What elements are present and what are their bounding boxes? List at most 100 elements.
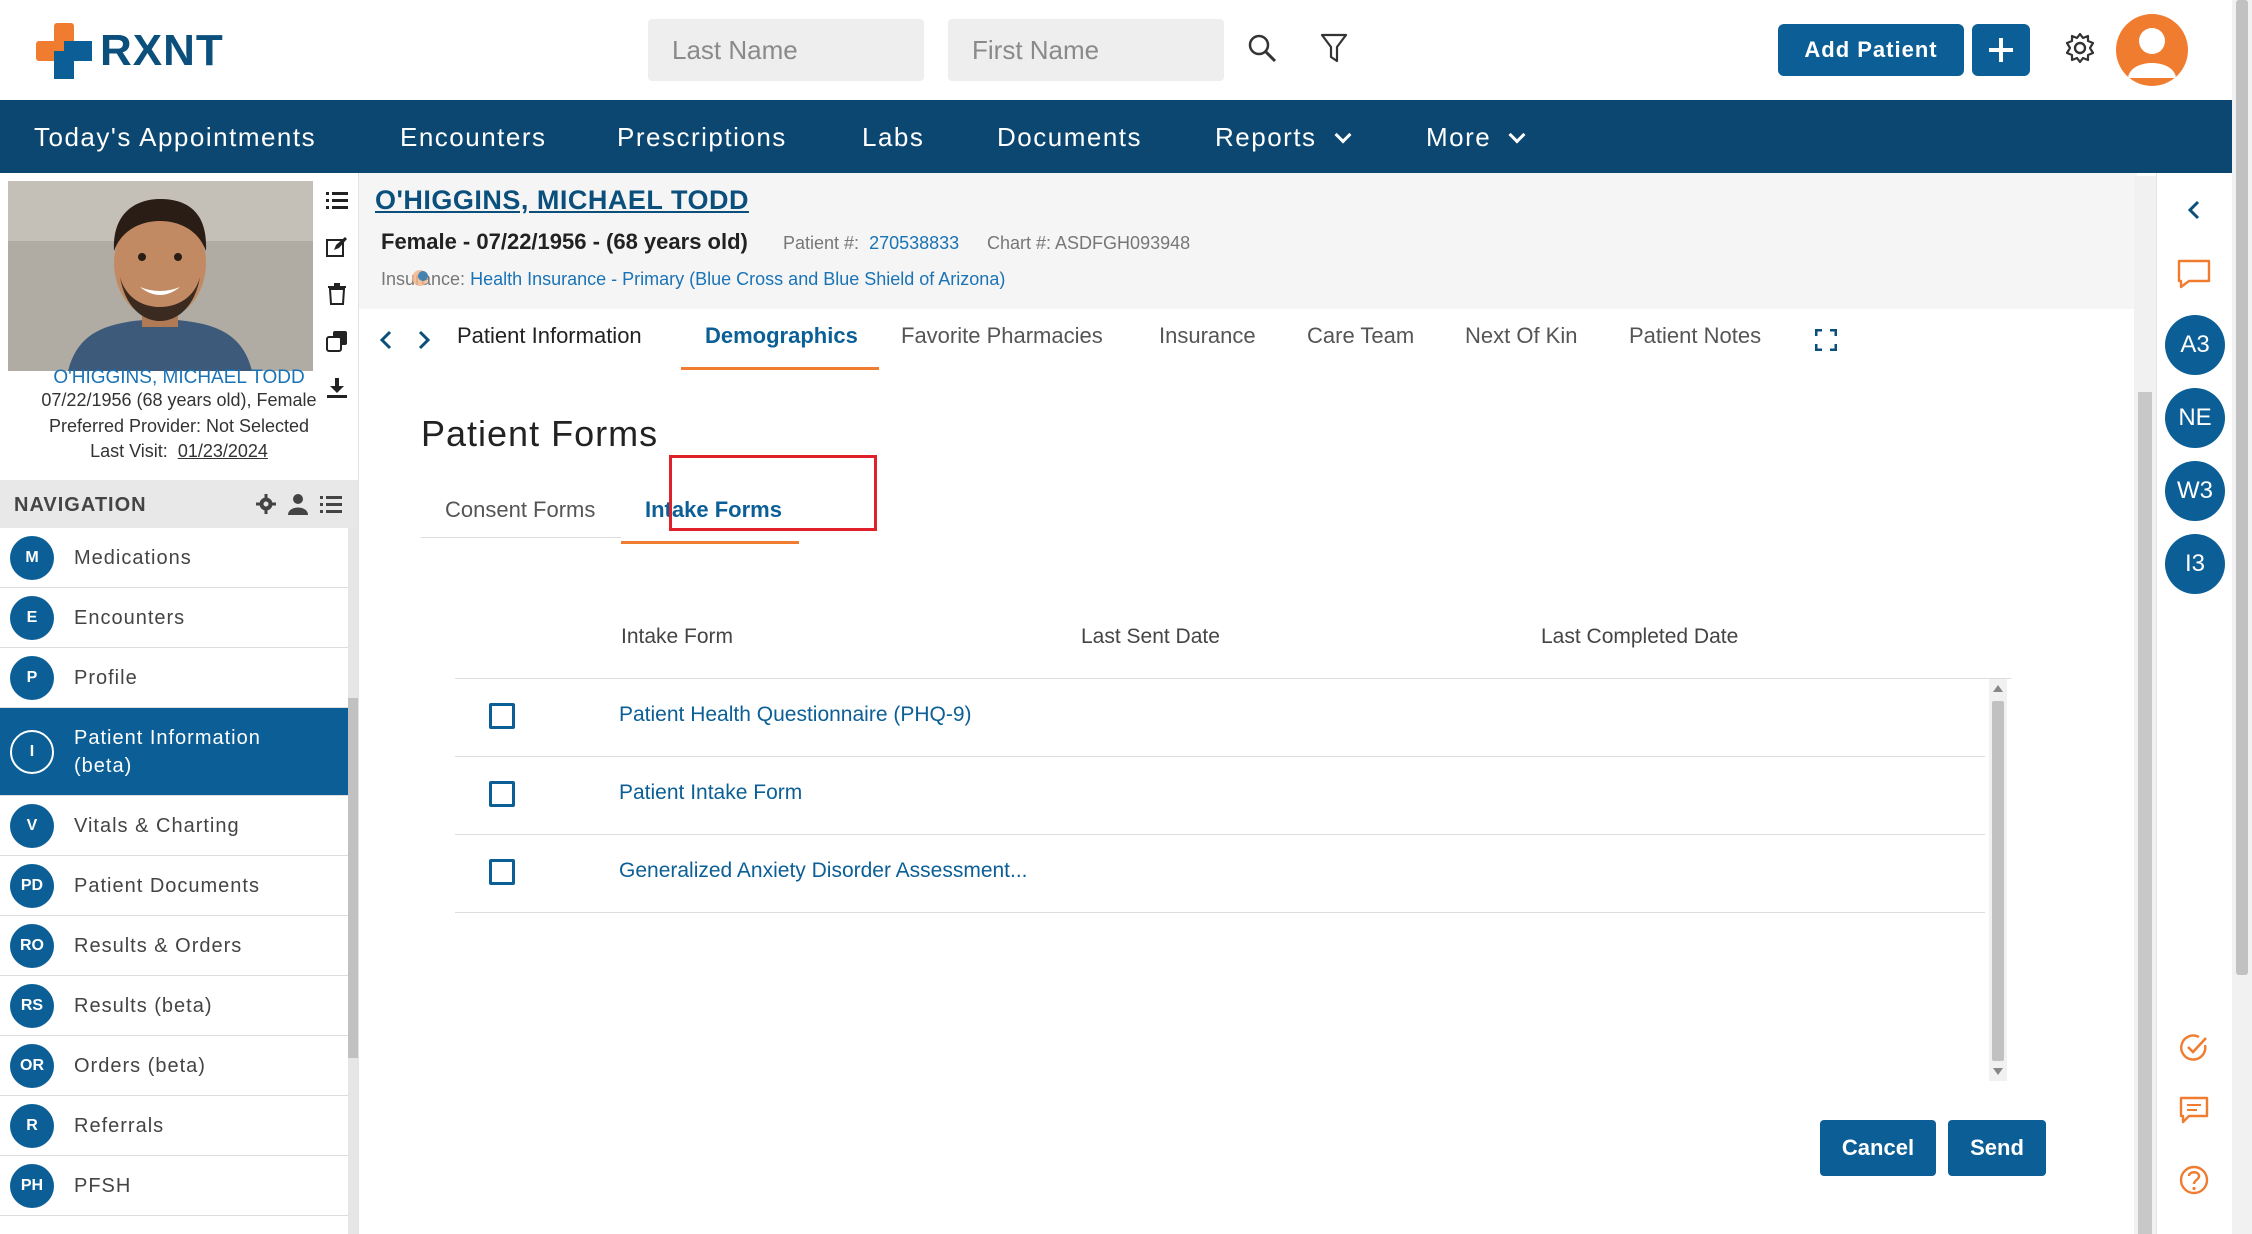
rail-badge-w3[interactable]: W3: [2165, 461, 2225, 521]
nav-labs[interactable]: Labs: [862, 122, 924, 153]
nav-results-beta[interactable]: RS Results (beta): [0, 976, 348, 1036]
user-avatar[interactable]: [2116, 14, 2188, 86]
patient-subtitle: Female - 07/22/1956 - (68 years old): [381, 229, 748, 254]
edit-icon[interactable]: [322, 232, 352, 262]
form-name[interactable]: Patient Intake Form: [619, 781, 802, 805]
message-icon[interactable]: [2177, 1093, 2211, 1127]
chevron-down-icon: [1508, 126, 1526, 143]
cancel-button[interactable]: Cancel: [1820, 1120, 1936, 1176]
nav-results-orders[interactable]: RO Results & Orders: [0, 916, 348, 976]
filter-icon[interactable]: [1314, 28, 1354, 68]
right-rail: A3 NE W3 I3: [2156, 173, 2232, 1234]
nav-label: Prescriptions: [617, 122, 787, 152]
gear-icon[interactable]: [2060, 28, 2100, 68]
nav-badge: RO: [10, 923, 54, 968]
patient-tabs: Patient Information Demographics Favorit…: [359, 309, 2137, 373]
chevron-left-icon[interactable]: [373, 325, 399, 355]
scrollbar-thumb[interactable]: [2236, 0, 2248, 975]
scrollbar-thumb[interactable]: [1992, 701, 2004, 1061]
top-header: RXNT Add Patient: [0, 0, 2252, 100]
tab-insurance[interactable]: Insurance: [1159, 323, 1256, 349]
row-checkbox[interactable]: [489, 703, 515, 729]
tab-consent-forms[interactable]: Consent Forms: [445, 497, 595, 523]
chevron-left-icon[interactable]: [2177, 193, 2211, 227]
subtabs-divider: [421, 537, 621, 538]
table-row: Generalized Anxiety Disorder Assessment.…: [455, 835, 1985, 913]
nav-patient-information[interactable]: I Patient Information (beta): [0, 708, 348, 796]
scrollbar-thumb[interactable]: [348, 698, 358, 1058]
chevron-right-icon[interactable]: [411, 325, 437, 355]
navigation-header: NAVIGATION: [0, 480, 358, 528]
search-icon[interactable]: [1242, 28, 1282, 68]
tab-patient-notes[interactable]: Patient Notes: [1629, 323, 1761, 349]
nav-badge: M: [10, 535, 54, 580]
nav-prescriptions[interactable]: Prescriptions: [617, 122, 787, 153]
last-visit-date[interactable]: 01/23/2024: [178, 441, 268, 461]
scroll-up-icon[interactable]: [1993, 685, 2003, 692]
patient-number: Patient #: 270538833: [783, 233, 959, 254]
chat-icon[interactable]: [2177, 257, 2211, 291]
form-name[interactable]: Generalized Anxiety Disorder Assessment.…: [619, 859, 1028, 883]
list-icon[interactable]: [322, 185, 352, 215]
check-circle-icon[interactable]: [2177, 1031, 2211, 1065]
send-button[interactable]: Send: [1948, 1120, 2046, 1176]
nav-pfsh[interactable]: PH PFSH: [0, 1156, 348, 1216]
table-scrollbar[interactable]: [1989, 679, 2007, 1081]
plus-icon[interactable]: [1972, 24, 2030, 76]
nav-label: Vitals & Charting: [74, 814, 240, 837]
nav-badge: P: [10, 655, 54, 700]
scrollbar-thumb[interactable]: [2138, 392, 2152, 1234]
scroll-down-icon[interactable]: [1993, 1068, 2003, 1075]
rail-badge-i3[interactable]: I3: [2165, 534, 2225, 594]
nav-profile[interactable]: P Profile: [0, 648, 348, 708]
patient-name-link[interactable]: O'HIGGINS, MICHAEL TODD: [0, 367, 358, 389]
nav-medications[interactable]: M Medications: [0, 528, 348, 588]
nav-badge: PH: [10, 1163, 54, 1208]
row-checkbox[interactable]: [489, 859, 515, 885]
nav-reports[interactable]: Reports: [1215, 122, 1352, 153]
patient-title[interactable]: O'HIGGINS, MICHAEL TODD: [375, 185, 749, 216]
form-name[interactable]: Patient Health Questionnaire (PHQ-9): [619, 703, 972, 727]
nav-label: Patient Information (beta): [74, 726, 261, 777]
column-last-sent-date: Last Sent Date: [1081, 625, 1220, 648]
rail-badge-ne[interactable]: NE: [2165, 388, 2225, 448]
navigation-scrollbar[interactable]: [348, 528, 358, 1234]
nav-orders-beta[interactable]: OR Orders (beta): [0, 1036, 348, 1096]
nav-label: Profile: [74, 666, 138, 689]
expand-icon[interactable]: [1813, 325, 1839, 355]
nav-documents[interactable]: Documents: [997, 122, 1142, 153]
rxnt-logo[interactable]: RXNT: [36, 22, 224, 80]
copy-icon[interactable]: [322, 326, 352, 356]
nav-more[interactable]: More: [1426, 122, 1526, 153]
row-checkbox[interactable]: [489, 781, 515, 807]
tab-patient-information[interactable]: Patient Information: [457, 323, 642, 349]
add-patient-button[interactable]: Add Patient: [1778, 24, 1964, 76]
main-navigation: Today's Appointments Encounters Prescrip…: [0, 100, 2232, 173]
patient-number-value: 270538833: [869, 233, 960, 253]
nav-label: Encounters: [74, 606, 186, 629]
nav-referrals[interactable]: R Referrals: [0, 1096, 348, 1156]
list-icon[interactable]: [320, 494, 342, 514]
nav-patient-documents[interactable]: PD Patient Documents: [0, 856, 348, 916]
patient-number-label: Patient #:: [783, 233, 860, 253]
nav-todays-appointments[interactable]: Today's Appointments: [34, 122, 316, 153]
left-panel: O'HIGGINS, MICHAEL TODD 07/22/1956 (68 y…: [0, 173, 358, 1234]
tab-next-of-kin[interactable]: Next Of Kin: [1465, 323, 1577, 349]
rail-badge-a3[interactable]: A3: [2165, 315, 2225, 375]
tab-favorite-pharmacies[interactable]: Favorite Pharmacies: [901, 323, 1103, 349]
insurance-link[interactable]: Health Insurance - Primary (Blue Cross a…: [470, 269, 1005, 289]
column-last-completed-date: Last Completed Date: [1541, 625, 1739, 648]
nav-encounters[interactable]: E Encounters: [0, 588, 348, 648]
page-scrollbar[interactable]: [2232, 0, 2252, 1234]
person-icon[interactable]: [288, 493, 308, 515]
last-name-input[interactable]: [648, 19, 924, 81]
first-name-input[interactable]: [948, 19, 1224, 81]
nav-encounters[interactable]: Encounters: [400, 122, 547, 153]
help-icon[interactable]: [2177, 1163, 2211, 1197]
tab-demographics[interactable]: Demographics: [705, 323, 858, 349]
tab-care-team[interactable]: Care Team: [1307, 323, 1414, 349]
nav-vitals-charting[interactable]: V Vitals & Charting: [0, 796, 348, 856]
content-scrollbar[interactable]: [2134, 176, 2156, 1234]
trash-icon[interactable]: [322, 279, 352, 309]
gear-icon[interactable]: [256, 494, 276, 514]
